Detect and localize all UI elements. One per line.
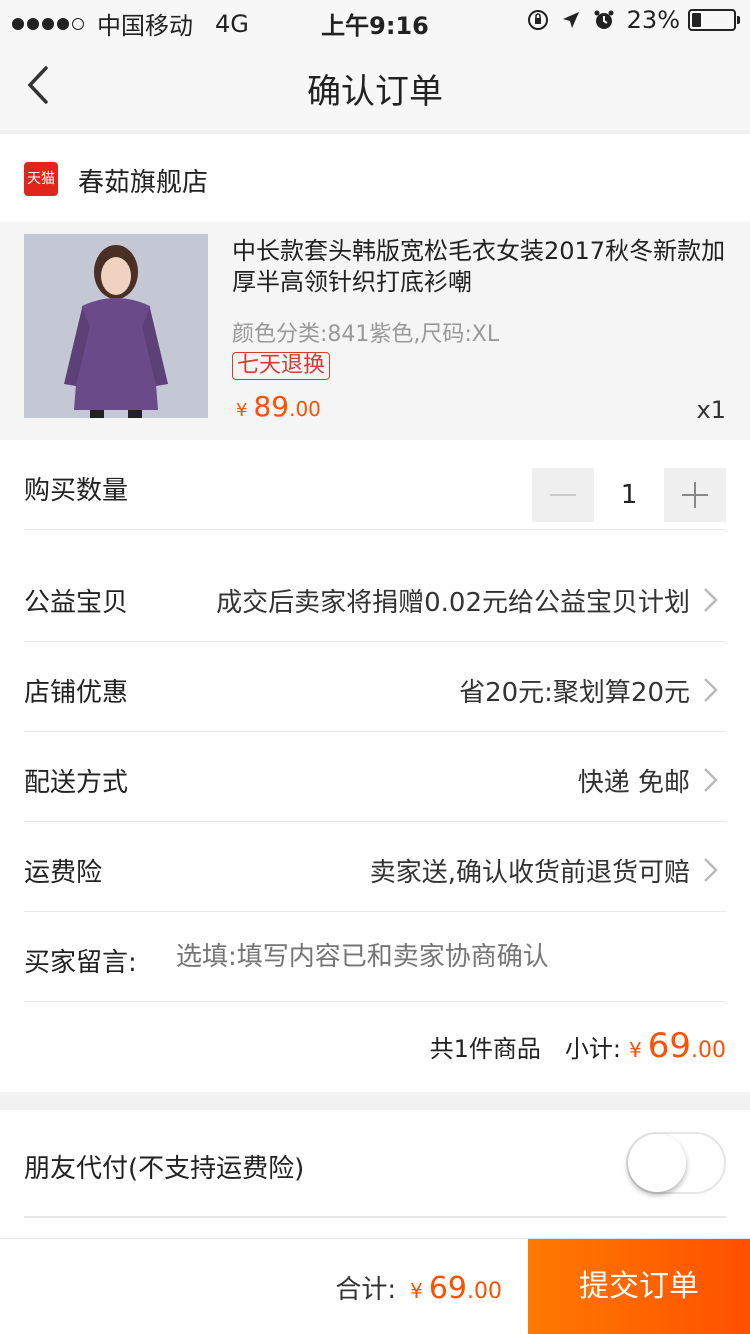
order-options: 购买数量 1 公益宝贝 成交后卖家将捐赠0.02元给公益宝贝计划 店铺优惠 省2… [0, 440, 750, 1092]
chevron-right-icon [704, 858, 718, 882]
shop-discount-row[interactable]: 店铺优惠 省20元:聚划算20元 [24, 642, 726, 732]
charity-row[interactable]: 公益宝贝 成交后卖家将捐赠0.02元给公益宝贝计划 [24, 552, 726, 642]
product-image [24, 234, 208, 418]
status-bar: 中国移动 4G 上午9:16 23% [0, 0, 750, 40]
delivery-row[interactable]: 配送方式 快递 免邮 [24, 732, 726, 822]
price-integer: 89 [253, 390, 290, 423]
chevron-right-icon [704, 678, 718, 702]
friend-pay-label: 朋友代付(不支持运费险) [24, 1154, 305, 1184]
buyer-message-input[interactable] [176, 942, 716, 972]
page-title: 确认订单 [307, 72, 443, 112]
shop-name: 春茹旗舰店 [78, 168, 209, 198]
total-amount: ¥69.00 [410, 1271, 502, 1306]
shipping-insurance-row[interactable]: 运费险 卖家送,确认收货前退货可赔 [24, 822, 726, 912]
product-spec: 颜色分类:841紫色,尺码:XL [232, 322, 500, 347]
orientation-lock-icon [527, 9, 549, 31]
buyer-message-row: 买家留言: [24, 912, 726, 1002]
total-label: 合计: [335, 1275, 397, 1305]
charity-value: 成交后卖家将捐赠0.02元给公益宝贝计划 [216, 588, 690, 618]
shop-header[interactable]: 天猫 春茹旗舰店 [0, 134, 750, 222]
product-quantity: x1 [696, 396, 726, 424]
delivery-label: 配送方式 [24, 768, 129, 798]
location-arrow-icon [561, 10, 581, 30]
navigation-bar: 确认订单 [0, 40, 750, 130]
battery-percent: 23% [626, 6, 680, 34]
currency-symbol: ¥ [236, 400, 248, 421]
insurance-label: 运费险 [24, 858, 103, 888]
battery-fill [692, 13, 702, 27]
discount-label: 店铺优惠 [24, 678, 129, 708]
item-count: 共1件商品 [429, 1035, 541, 1063]
submit-order-button[interactable]: 提交订单 [528, 1239, 750, 1334]
divider [24, 1216, 726, 1218]
product-card[interactable]: 中长款套头韩版宽松毛衣女装2017秋冬新款加厚半高领针织打底衫嘲 颜色分类:84… [0, 222, 750, 440]
tmall-logo-icon: 天猫 [24, 162, 58, 196]
summary-text: 共1件商品 小计: ¥69.00 [430, 1026, 726, 1066]
battery-icon [688, 9, 740, 31]
message-label: 买家留言: [24, 948, 137, 978]
quantity-value: 1 [620, 480, 638, 510]
minus-icon [550, 494, 576, 496]
chevron-right-icon [704, 588, 718, 612]
quantity-stepper: 1 [532, 468, 726, 522]
delivery-value: 快递 免邮 [577, 768, 690, 798]
status-right: 23% [515, 6, 740, 34]
order-summary: 共1件商品 小计: ¥69.00 [24, 1002, 726, 1092]
charity-label: 公益宝贝 [24, 588, 129, 618]
quantity-row: 购买数量 1 [24, 440, 726, 530]
product-price: ¥89.00 [236, 390, 321, 423]
order-total: 合计: ¥69.00 [335, 1269, 502, 1306]
alarm-icon [593, 9, 615, 31]
toggle-knob [628, 1134, 686, 1192]
discount-value: 省20元:聚划算20元 [459, 678, 690, 708]
friend-pay-section: 朋友代付(不支持运费险) [0, 1110, 750, 1238]
checkout-bar: 合计: ¥69.00 提交订单 [0, 1238, 750, 1334]
subtotal-label: 小计: [564, 1035, 621, 1063]
subtotal-amount: ¥69.00 [629, 1026, 726, 1066]
friend-pay-toggle[interactable] [626, 1132, 726, 1194]
insurance-value: 卖家送,确认收货前退货可赔 [369, 858, 690, 888]
increase-button[interactable] [664, 468, 726, 522]
product-title: 中长款套头韩版宽松毛衣女装2017秋冬新款加厚半高领针织打底衫嘲 [232, 237, 726, 296]
chevron-right-icon [704, 768, 718, 792]
quantity-label: 购买数量 [24, 476, 129, 506]
return-policy-badge: 七天退换 [232, 352, 331, 380]
price-decimal: .00 [289, 397, 321, 421]
decrease-button[interactable] [532, 468, 594, 522]
